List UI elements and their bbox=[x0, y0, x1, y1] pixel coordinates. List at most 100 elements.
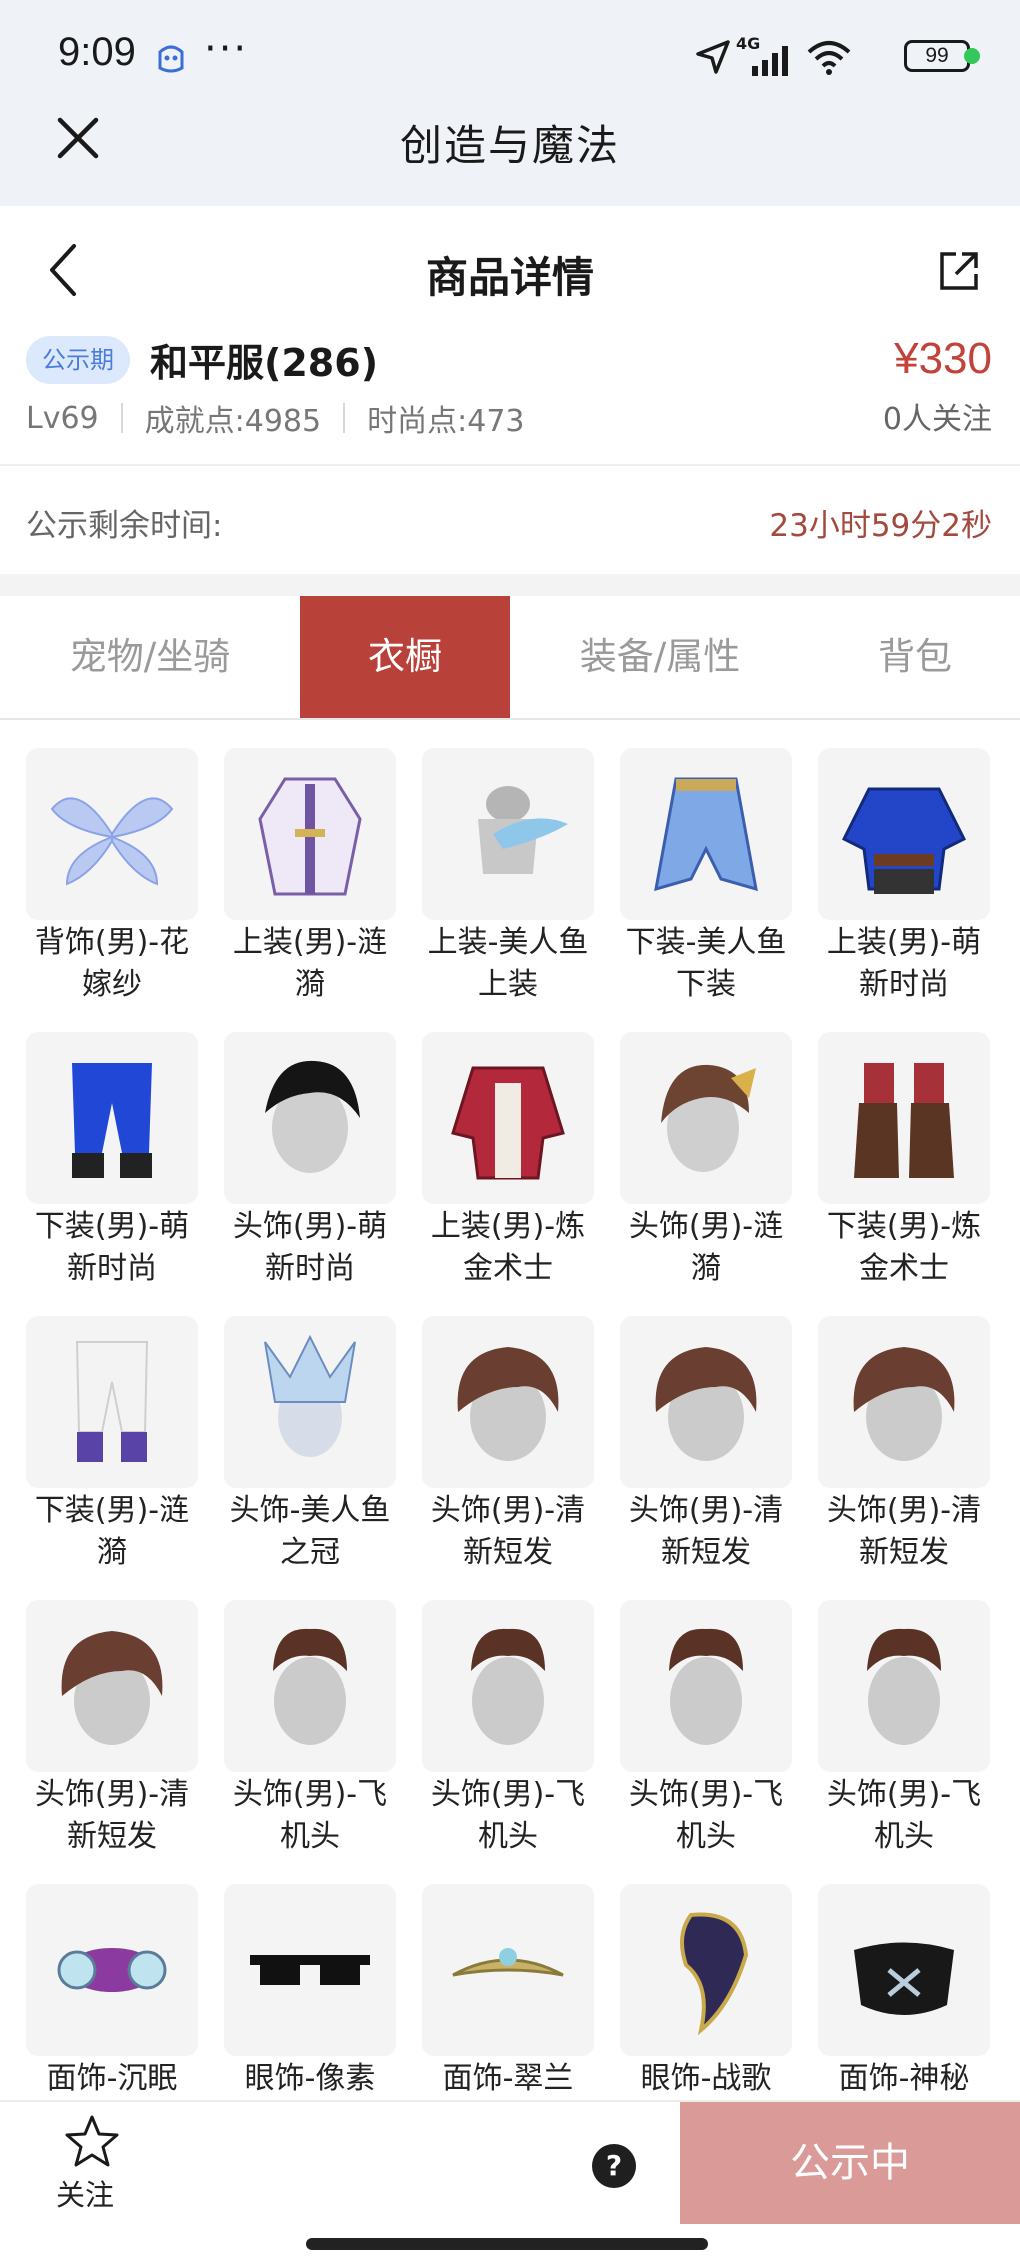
wardrobe-item[interactable]: 头饰-美人鱼之冠 bbox=[224, 1316, 396, 1600]
wardrobe-item[interactable]: 头饰(男)-萌新时尚 bbox=[224, 1032, 396, 1316]
countdown-value: 23小时59分2秒 bbox=[769, 508, 992, 544]
wardrobe-item[interactable]: 面饰-沉眠 bbox=[26, 1884, 198, 2098]
item-label: 背饰(男)-花嫁纱 bbox=[34, 925, 190, 1002]
item-thumbnail bbox=[620, 1316, 792, 1488]
wardrobe-item[interactable]: 眼饰-像素 bbox=[224, 1884, 396, 2098]
wardrobe-item[interactable]: 头饰(男)-清新短发 bbox=[620, 1316, 792, 1600]
tab-pets-mounts[interactable]: 宠物/坐骑 bbox=[0, 596, 300, 718]
wardrobe-item[interactable]: 下装(男)-涟漪 bbox=[26, 1316, 198, 1600]
wardrobe-item[interactable]: 下装(男)-萌新时尚 bbox=[26, 1032, 198, 1316]
fashion-points: 时尚点:473 bbox=[367, 404, 525, 439]
brown-hair-icon bbox=[655, 1347, 757, 1461]
baidu-icon bbox=[158, 45, 184, 73]
brown-hair-icon bbox=[457, 1347, 559, 1461]
tiara-icon bbox=[452, 1948, 564, 1977]
blue-pants-icon bbox=[72, 1063, 152, 1178]
item-thumbnail bbox=[620, 1884, 792, 2056]
wardrobe-item[interactable]: 头饰(男)-飞机头 bbox=[818, 1600, 990, 1884]
item-label: 下装-美人鱼下装 bbox=[625, 925, 787, 1002]
item-label: 眼饰-战歌 bbox=[640, 2061, 772, 2096]
wardrobe-item[interactable]: 上装(男)-萌新时尚 bbox=[818, 748, 990, 1032]
divider bbox=[343, 403, 346, 433]
item-thumbnail bbox=[224, 1032, 396, 1204]
wardrobe-item[interactable]: 头饰(男)-涟漪 bbox=[620, 1032, 792, 1316]
item-thumbnail bbox=[818, 1600, 990, 1772]
item-thumbnail bbox=[26, 1032, 198, 1204]
wardrobe-item[interactable]: 上装-美人鱼上装 bbox=[422, 748, 594, 1032]
level: Lv69 bbox=[26, 400, 99, 436]
page-title: 商品详情 bbox=[425, 253, 594, 302]
item-label: 面饰-沉眠 bbox=[46, 2061, 178, 2096]
item-label: 头饰(男)-清新短发 bbox=[628, 1493, 784, 1570]
wardrobe-grid: 背饰(男)-花嫁纱 上装(男)-涟漪 上装-美人鱼上装 下装-美人鱼下装 上装(男)-萌… bbox=[26, 748, 996, 2098]
item-thumbnail bbox=[818, 1884, 990, 2056]
item-thumbnail bbox=[818, 748, 990, 920]
stats-row: Lv69 成就点:4985 时尚点:473 bbox=[26, 396, 525, 440]
status-badge: 公示期 bbox=[26, 336, 130, 384]
tab-equipment[interactable]: 装备/属性 bbox=[510, 596, 810, 718]
brown-hair-icon bbox=[61, 1631, 163, 1745]
achievement-points: 成就点:4985 bbox=[144, 404, 322, 439]
brown-hair-gold-icon bbox=[661, 1064, 756, 1172]
tab-backpack[interactable]: 背包 bbox=[810, 596, 1020, 718]
wardrobe-item[interactable]: 头饰(男)-清新短发 bbox=[818, 1316, 990, 1600]
item-thumbnail bbox=[422, 1316, 594, 1488]
app-title: 创造与魔法 bbox=[399, 121, 620, 170]
public-status-button[interactable]: 公示中 bbox=[680, 2102, 1020, 2224]
wardrobe-item[interactable]: 面饰-神秘 bbox=[818, 1884, 990, 2098]
wardrobe-item[interactable]: 头饰(男)-飞机头 bbox=[620, 1600, 792, 1884]
section-gap bbox=[0, 574, 1020, 596]
price: ¥330 bbox=[894, 334, 992, 383]
wardrobe-item[interactable]: 眼饰-战歌 bbox=[620, 1884, 792, 2098]
wardrobe-item[interactable]: 上装(男)-涟漪 bbox=[224, 748, 396, 1032]
section-divider bbox=[0, 464, 1020, 466]
follower-count: 0人关注 bbox=[882, 402, 992, 437]
wifi-icon bbox=[807, 41, 851, 75]
boots-icon bbox=[854, 1063, 954, 1178]
item-thumbnail bbox=[818, 1032, 990, 1204]
item-thumbnail bbox=[818, 1316, 990, 1488]
countdown-label: 公示剩余时间: bbox=[26, 508, 223, 544]
war-mask-icon bbox=[680, 1912, 749, 2036]
item-thumbnail bbox=[224, 1884, 396, 2056]
wardrobe-item[interactable]: 上装(男)-炼金术士 bbox=[422, 1032, 594, 1316]
help-icon[interactable]: ? bbox=[592, 2144, 636, 2188]
item-label: 下装(男)-涟漪 bbox=[34, 1493, 190, 1570]
follow-label: 关注 bbox=[56, 2178, 115, 2212]
location-arrow-icon bbox=[696, 40, 730, 74]
item-label: 头饰(男)-飞机头 bbox=[430, 1777, 586, 1854]
wardrobe-item[interactable]: 头饰(男)-清新短发 bbox=[422, 1316, 594, 1600]
item-thumbnail bbox=[422, 1884, 594, 2056]
wardrobe-item[interactable]: 头饰(男)-飞机头 bbox=[422, 1600, 594, 1884]
tab-bar: 宠物/坐骑 衣橱 装备/属性 背包 bbox=[0, 596, 1020, 720]
item-thumbnail bbox=[26, 748, 198, 920]
more-dots: ··· bbox=[204, 26, 249, 72]
star-icon bbox=[65, 2115, 119, 2167]
item-label: 头饰(男)-飞机头 bbox=[826, 1777, 982, 1854]
item-thumbnail bbox=[620, 748, 792, 920]
wardrobe-item[interactable]: 背饰(男)-花嫁纱 bbox=[26, 748, 198, 1032]
pixel-glasses-icon bbox=[250, 1955, 370, 1985]
wardrobe-item[interactable]: 头饰(男)-飞机头 bbox=[224, 1600, 396, 1884]
share-icon[interactable] bbox=[938, 250, 980, 292]
wardrobe-item[interactable]: 下装(男)-炼金术士 bbox=[818, 1032, 990, 1316]
wardrobe-item[interactable]: 头饰(男)-清新短发 bbox=[26, 1600, 198, 1884]
mermaid-top-icon bbox=[478, 786, 568, 874]
black-hair-icon bbox=[265, 1060, 360, 1173]
tab-wardrobe[interactable]: 衣橱 bbox=[300, 596, 510, 718]
face-mask-icon bbox=[854, 1942, 954, 2015]
pompadour-icon bbox=[273, 1628, 347, 1745]
item-thumbnail bbox=[26, 1884, 198, 2056]
item-label: 眼饰-像素 bbox=[244, 2061, 376, 2096]
wardrobe-item[interactable]: 下装-美人鱼下装 bbox=[620, 748, 792, 1032]
item-label: 上装(男)-萌新时尚 bbox=[826, 925, 982, 1002]
status-bar: 9:09 ··· 4G 99 bbox=[0, 0, 1020, 110]
wardrobe-item[interactable]: 面饰-翠兰 bbox=[422, 1884, 594, 2098]
pompadour-icon bbox=[669, 1628, 743, 1745]
item-label: 下装(男)-炼金术士 bbox=[826, 1209, 982, 1286]
item-thumbnail bbox=[620, 1600, 792, 1772]
item-thumbnail bbox=[224, 1600, 396, 1772]
item-label: 头饰(男)-飞机头 bbox=[232, 1777, 388, 1854]
white-pants-icon bbox=[75, 1341, 149, 1462]
item-thumbnail bbox=[26, 1600, 198, 1772]
